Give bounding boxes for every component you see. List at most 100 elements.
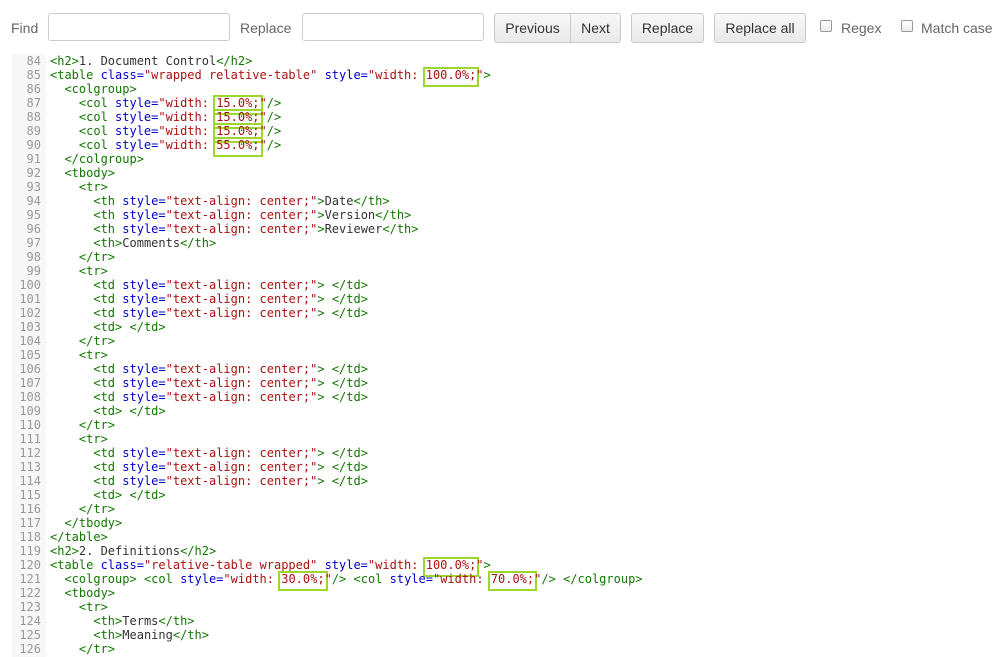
code-text: <th>Comments</th> (50, 236, 216, 250)
code-token: class= (100, 68, 144, 82)
line-number: 99 (26, 264, 41, 278)
line-number: 122 (19, 586, 41, 600)
code-token: /> (541, 572, 556, 586)
code-token: <table (50, 558, 101, 572)
code-line: 118 </table> (12, 530, 999, 544)
code-text: </tbody> (50, 516, 122, 530)
code-token: > (317, 222, 325, 236)
code-text: </tr> (50, 502, 115, 516)
line-number: 103 (19, 320, 41, 334)
code-token: </td> (331, 278, 368, 292)
code-token: "text-align: center;" (165, 208, 318, 222)
code-token: > (317, 376, 325, 390)
code-line: 95 <th style="text-align: center;">Versi… (12, 208, 999, 222)
code-token: <h2> (50, 544, 79, 558)
code-token: /> (266, 96, 282, 110)
code-line: 106 <td style="text-align: center;"> </t… (12, 362, 999, 376)
code-token: style= (122, 194, 166, 208)
code-token: </table> (50, 530, 108, 544)
code-text: <tbody> (50, 166, 115, 180)
code-token: <th (93, 208, 123, 222)
code-token: </tr> (78, 502, 116, 516)
code-token: Comments (122, 236, 181, 250)
code-token: > (317, 208, 325, 222)
replace-button[interactable]: Replace (631, 13, 704, 43)
code-token: > (317, 390, 325, 404)
find-input[interactable] (48, 13, 230, 41)
code-area[interactable]: 84 <h2>1. Document Control</h2> 85 <table c… (12, 54, 999, 656)
code-token: "text-align: center;" (165, 474, 318, 488)
code-token: <tr> (78, 180, 108, 194)
line-number: 120 (19, 558, 41, 572)
code-token: </td> (331, 460, 368, 474)
find-label: Find (11, 20, 39, 36)
code-line: 99 <tr> (12, 264, 999, 278)
line-number: 87 (26, 96, 41, 110)
code-text: <colgroup> (50, 82, 136, 96)
code-token: style= (122, 306, 166, 320)
line-number: 119 (19, 544, 41, 558)
code-editor[interactable]: 84 <h2>1. Document Control</h2> 85 <table c… (12, 54, 999, 657)
line-number: 94 (26, 194, 41, 208)
code-text: <tr> (50, 348, 108, 362)
code-token: "text-align: center;" (165, 292, 318, 306)
code-line: 101 <td style="text-align: center;"> </t… (12, 292, 999, 306)
code-token: " (259, 96, 267, 110)
code-token: Version (324, 208, 376, 222)
previous-button[interactable]: Previous (494, 13, 571, 43)
code-text: </tr> (50, 642, 115, 656)
code-token: <td> (93, 488, 123, 502)
line-number: 126 (19, 642, 41, 656)
line-number: 123 (19, 600, 41, 614)
code-token: </tr> (78, 418, 116, 432)
code-token: <colgroup> (64, 572, 137, 586)
code-token: > (317, 306, 325, 320)
code-line: 110 </tr> (12, 418, 999, 432)
code-token: "text-align: center;" (165, 460, 318, 474)
code-token: style= (122, 362, 166, 376)
code-token: /> (266, 138, 282, 152)
code-token: </td> (331, 292, 368, 306)
regex-label: Regex (841, 20, 882, 36)
next-button[interactable]: Next (571, 13, 621, 43)
code-line: 112 <td style="text-align: center;"> </t… (12, 446, 999, 460)
code-text: <tr> (50, 600, 108, 614)
code-line: 94 <th style="text-align: center;">Date<… (12, 194, 999, 208)
line-number: 124 (19, 614, 41, 628)
code-token: "width: (158, 110, 217, 124)
code-token: "width: (158, 96, 217, 110)
code-token: style= (115, 96, 159, 110)
code-token: "text-align: center;" (165, 306, 318, 320)
regex-checkbox[interactable] (820, 20, 832, 32)
code-text: <td> </td> (50, 320, 165, 334)
replace-input[interactable] (302, 13, 484, 41)
replace-all-button[interactable]: Replace all (714, 13, 806, 43)
match-case-checkbox[interactable] (901, 20, 913, 32)
code-text: </tr> (50, 418, 115, 432)
code-line: 124 <th>Terms</th> (12, 614, 999, 628)
line-number: 92 (26, 166, 41, 180)
